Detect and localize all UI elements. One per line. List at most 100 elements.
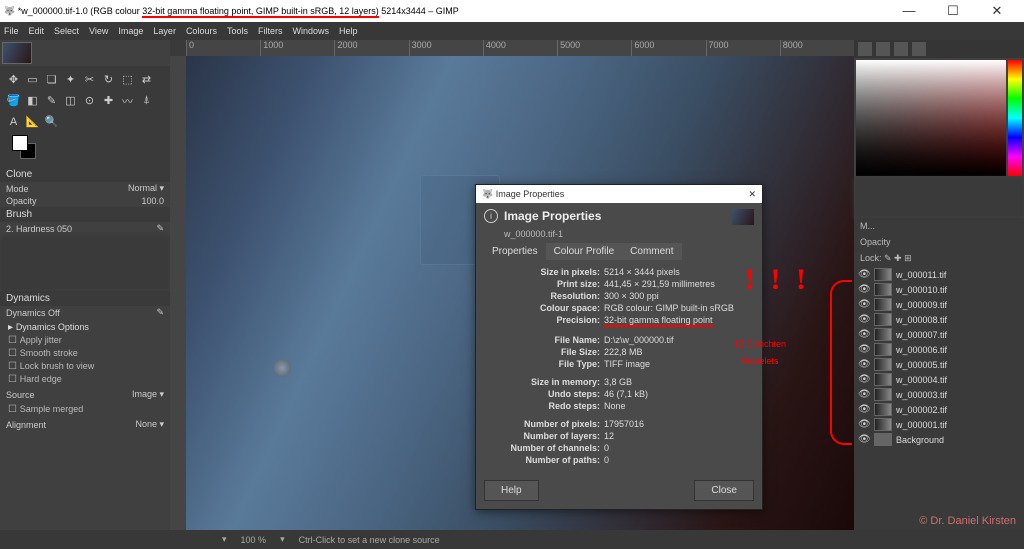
visibility-icon[interactable]: 👁	[858, 404, 870, 415]
text-tool[interactable]: A	[4, 112, 23, 131]
menu-tools[interactable]: Tools	[227, 26, 248, 36]
menu-layer[interactable]: Layer	[153, 26, 176, 36]
visibility-icon[interactable]: 👁	[858, 434, 870, 445]
visibility-icon[interactable]: 👁	[858, 419, 870, 430]
layer-row[interactable]: 👁 w_000005.tif	[854, 357, 1024, 372]
zoom-level[interactable]: 100 %	[241, 535, 267, 545]
layer-row[interactable]: 👁 Background	[854, 432, 1024, 447]
dialog-close-icon[interactable]: ✕	[748, 189, 756, 200]
visibility-icon[interactable]: 👁	[858, 314, 870, 325]
close-button[interactable]: Close	[694, 480, 754, 501]
dynamics-edit-icon[interactable]: ✎	[156, 307, 164, 318]
visibility-icon[interactable]: 👁	[858, 284, 870, 295]
menu-colours[interactable]: Colours	[186, 26, 217, 36]
menu-image[interactable]: Image	[118, 26, 143, 36]
opacity-value[interactable]: 100.0	[141, 196, 164, 206]
unit-dropdown[interactable]: ▾	[222, 534, 227, 545]
flip-tool[interactable]: ⇄	[137, 70, 156, 89]
maximize-button[interactable]: ☐	[938, 3, 968, 19]
brush-edit-icon[interactable]: ✎	[156, 223, 164, 234]
crop-tool[interactable]: ✂	[80, 70, 99, 89]
lock-brush[interactable]: ☐ Lock brush to view	[0, 360, 170, 373]
dynamics-name[interactable]: Dynamics Off	[6, 308, 60, 318]
visibility-icon[interactable]: 👁	[858, 344, 870, 355]
image-properties-dialog: 🐺 Image Properties✕ i Image Properties w…	[475, 184, 763, 510]
visibility-icon[interactable]: 👁	[858, 329, 870, 340]
rotate-tool[interactable]: ↻	[99, 70, 118, 89]
lasso-tool[interactable]: ❏	[42, 70, 61, 89]
clone-tool[interactable]: ⊙	[80, 91, 99, 110]
layer-row[interactable]: 👁w_000010.tif	[854, 282, 1024, 297]
color-picker[interactable]	[854, 58, 1024, 178]
dynamics-options[interactable]: ▸ Dynamics Options	[0, 321, 170, 334]
layer-name: w_000008.tif	[896, 315, 947, 325]
layer-thumb	[874, 418, 892, 431]
mode-label: Mode	[6, 184, 29, 194]
dock-tab[interactable]	[894, 42, 908, 56]
dock-tab[interactable]	[912, 42, 926, 56]
tab-comment[interactable]: Comment	[622, 243, 681, 260]
layer-row[interactable]: 👁w_000001.tif	[854, 417, 1024, 432]
move-tool[interactable]: ✥	[4, 70, 23, 89]
layer-thumb	[874, 298, 892, 311]
apply-jitter[interactable]: ☐ Apply jitter	[0, 334, 170, 347]
menu-view[interactable]: View	[89, 26, 108, 36]
layer-row[interactable]: 👁w_000004.tif	[854, 372, 1024, 387]
menu-edit[interactable]: Edit	[29, 26, 45, 36]
hard-edge[interactable]: ☐ Hard edge	[0, 373, 170, 386]
bucket-tool[interactable]: 🪣	[4, 91, 23, 110]
image-thumb[interactable]	[2, 42, 32, 64]
wand-tool[interactable]: ✦	[61, 70, 80, 89]
menu-file[interactable]: File	[4, 26, 19, 36]
pencil-tool[interactable]: ✎	[42, 91, 61, 110]
zoom-tool[interactable]: 🔍	[42, 112, 61, 131]
visibility-icon[interactable]: 👁	[858, 374, 870, 385]
color-swatch[interactable]	[8, 135, 38, 159]
sample-merged[interactable]: ☐ Sample merged	[0, 403, 170, 416]
zoom-dropdown-icon[interactable]: ▾	[280, 534, 285, 545]
help-button[interactable]: Help	[484, 480, 539, 501]
visibility-icon[interactable]: 👁	[858, 389, 870, 400]
visibility-icon[interactable]: 👁	[858, 359, 870, 370]
menu-select[interactable]: Select	[54, 26, 79, 36]
layer-name: w_000011.tif	[896, 270, 946, 280]
menu-help[interactable]: Help	[339, 26, 358, 36]
layer-name: Background	[896, 435, 944, 445]
measure-tool[interactable]: 📐	[23, 112, 42, 131]
layer-row[interactable]: 👁w_000009.tif	[854, 297, 1024, 312]
gradient-tool[interactable]: ◧	[23, 91, 42, 110]
smooth-stroke[interactable]: ☐ Smooth stroke	[0, 347, 170, 360]
alignment-dropdown[interactable]: None ▾	[135, 419, 164, 430]
mode-dropdown[interactable]: Normal ▾	[128, 183, 164, 194]
layer-name: w_000005.tif	[896, 360, 947, 370]
visibility-icon[interactable]: 👁	[858, 299, 870, 310]
property-row: File Name:D:\z\w_000000.tif	[484, 334, 754, 346]
visibility-icon[interactable]: 👁	[858, 269, 870, 280]
ruler-vertical	[170, 56, 186, 530]
smudge-tool[interactable]: 〰	[118, 91, 137, 110]
dock-tab[interactable]	[876, 42, 890, 56]
heal-tool[interactable]: ✚	[99, 91, 118, 110]
layer-mode[interactable]: M...	[860, 221, 875, 231]
rect-select-tool[interactable]: ▭	[23, 70, 42, 89]
layer-row[interactable]: 👁w_000002.tif	[854, 402, 1024, 417]
eraser-tool[interactable]: ◫	[61, 91, 80, 110]
scale-tool[interactable]: ⬚	[118, 70, 137, 89]
layer-row[interactable]: 👁w_000003.tif	[854, 387, 1024, 402]
layer-row[interactable]: 👁 w_000008.tif	[854, 312, 1024, 327]
path-tool[interactable]: ⍋	[137, 91, 156, 110]
layer-row[interactable]: 👁 w_000011.tif	[854, 267, 1024, 282]
brush-name[interactable]: 2. Hardness 050	[6, 224, 72, 234]
main-menubar: File Edit Select View Image Layer Colour…	[0, 22, 1024, 40]
annotation-text: 12 SchichtenWavelets	[734, 335, 786, 369]
menu-filters[interactable]: Filters	[258, 26, 283, 36]
tab-properties[interactable]: Properties	[484, 243, 546, 260]
tab-colour-profile[interactable]: Colour Profile	[546, 243, 623, 260]
dock-tab[interactable]	[858, 42, 872, 56]
close-button[interactable]: ✕	[982, 3, 1012, 19]
source-dropdown[interactable]: Image ▾	[132, 389, 164, 400]
minimize-button[interactable]: —	[894, 3, 924, 19]
layer-row[interactable]: 👁w_000006.tif	[854, 342, 1024, 357]
menu-windows[interactable]: Windows	[292, 26, 329, 36]
layer-row[interactable]: 👁w_000007.tif	[854, 327, 1024, 342]
